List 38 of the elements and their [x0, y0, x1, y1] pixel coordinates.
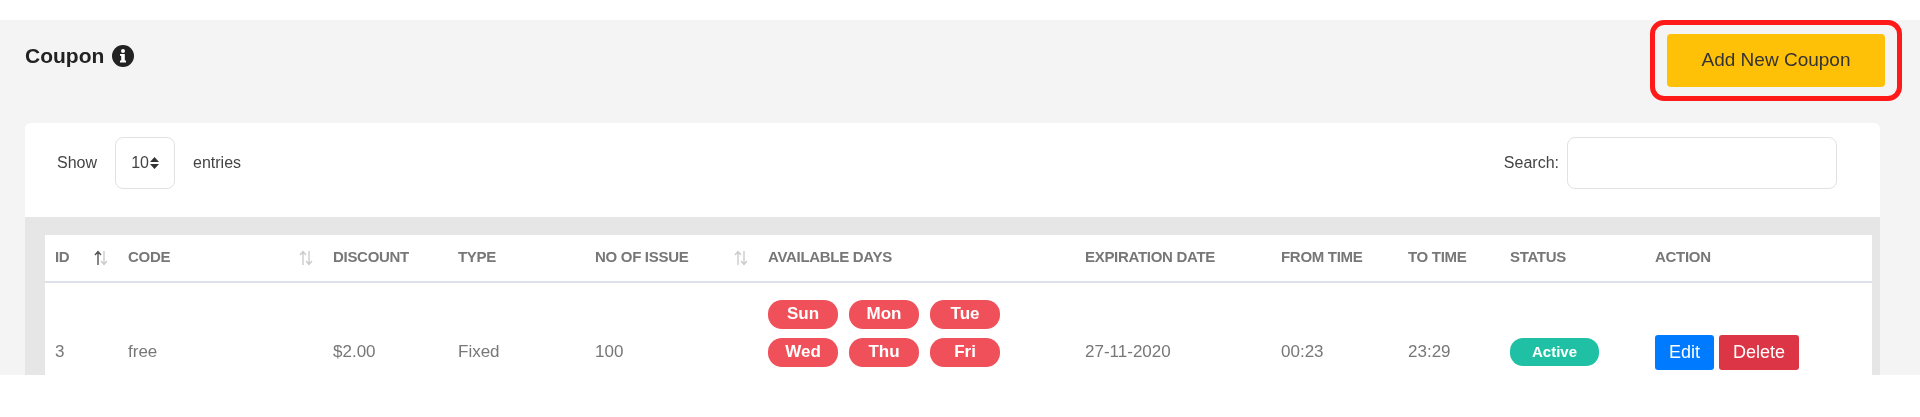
- column-header[interactable]: ID: [55, 246, 70, 269]
- date-cell: 27-11-2020: [1085, 342, 1171, 362]
- delete-button[interactable]: Delete: [1719, 334, 1800, 370]
- day-tag: Wed: [768, 337, 838, 367]
- column-header[interactable]: NO OF ISSUE: [595, 246, 689, 269]
- entries-select[interactable]: 10: [115, 136, 176, 189]
- time-cell: 00:23: [1281, 342, 1324, 362]
- time-cell: 23:29: [1408, 342, 1451, 362]
- show-label: Show: [57, 152, 98, 173]
- column-header[interactable]: STATUS: [1510, 246, 1566, 269]
- status-tag: Active: [1510, 337, 1600, 367]
- add-coupon-button[interactable]: Add New Coupon: [1667, 34, 1885, 87]
- search-label: Search:: [1503, 152, 1559, 173]
- page-title: Coupon: [25, 43, 105, 69]
- day-tag: Thu: [849, 337, 919, 367]
- day-tag: Sun: [768, 299, 838, 329]
- day-tag: Tue: [930, 299, 1000, 329]
- column-header[interactable]: AVAILABLE DAYS: [768, 246, 892, 269]
- column-header[interactable]: EXPIRATION DATE: [1085, 246, 1215, 269]
- day-tag: Fri: [930, 337, 1000, 367]
- id-cell: 3: [55, 342, 65, 362]
- column-header[interactable]: TYPE: [458, 246, 496, 269]
- code-cell: free: [128, 342, 158, 362]
- day-tag: Mon: [849, 299, 919, 329]
- issue-count-cell: 100: [595, 342, 624, 362]
- column-header[interactable]: CODE: [128, 246, 171, 269]
- edit-button[interactable]: Edit: [1655, 334, 1715, 370]
- column-header[interactable]: DISCOUNT: [333, 246, 409, 269]
- column-header[interactable]: ACTION: [1655, 246, 1711, 269]
- entries-label: entries: [193, 152, 242, 173]
- sort-icon[interactable]: [94, 249, 108, 266]
- search-field[interactable]: [1567, 136, 1837, 189]
- caret-icon: [149, 156, 159, 169]
- info-icon[interactable]: [112, 44, 135, 67]
- column-header[interactable]: FROM TIME: [1281, 246, 1363, 269]
- type-cell: Fixed: [458, 342, 500, 362]
- discount-cell: $2.00: [333, 342, 376, 362]
- column-header[interactable]: TO TIME: [1408, 246, 1467, 269]
